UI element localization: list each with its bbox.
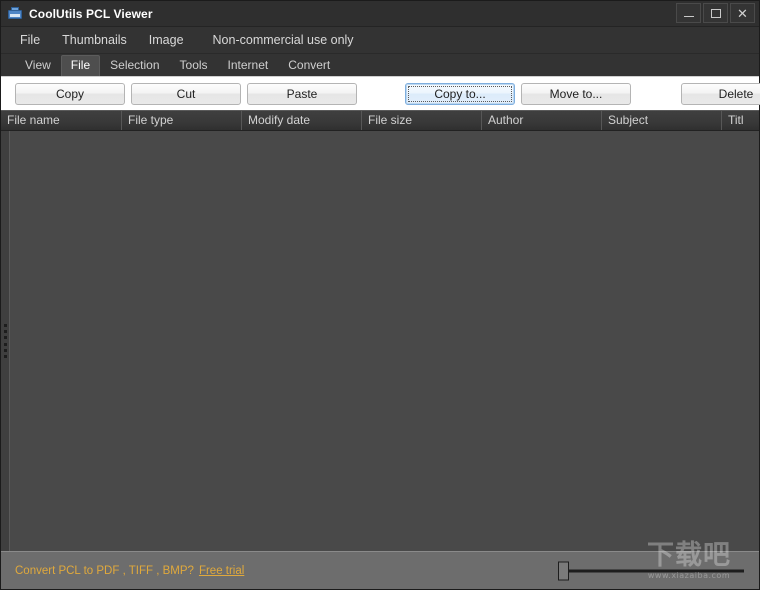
non-commercial-notice: Non-commercial use only: [212, 33, 354, 47]
copy-button[interactable]: Copy: [15, 82, 125, 105]
printer-icon: [7, 6, 23, 22]
close-button[interactable]: ✕: [730, 3, 755, 23]
splitter-grip-icon: [4, 324, 7, 358]
column-header-file-size[interactable]: File size: [362, 111, 482, 130]
cut-button[interactable]: Cut: [131, 82, 241, 105]
maximize-button[interactable]: [703, 3, 728, 23]
tab-view[interactable]: View: [15, 55, 61, 76]
copy-to-button[interactable]: Copy to...: [405, 82, 515, 105]
tab-file[interactable]: File: [60, 55, 101, 76]
tab-bar: View File Selection Tools Internet Conve…: [1, 54, 759, 76]
application-window: CoolUtils PCL Viewer ✕ File Thumbnails I…: [0, 0, 760, 590]
maximize-icon: [710, 8, 721, 18]
menu-bar: File Thumbnails Image Non-commercial use…: [1, 27, 759, 54]
delete-button[interactable]: Delete: [681, 82, 760, 105]
file-list-header: File name File type Modify date File siz…: [1, 110, 759, 131]
minimize-button[interactable]: [676, 3, 701, 23]
menu-thumbnails[interactable]: Thumbnails: [51, 29, 138, 51]
status-bar: Convert PCL to PDF , TIFF , BMP? Free tr…: [1, 541, 759, 589]
tab-convert[interactable]: Convert: [278, 55, 340, 76]
column-header-title[interactable]: Titl: [722, 111, 759, 130]
column-header-subject[interactable]: Subject: [602, 111, 722, 130]
window-title: CoolUtils PCL Viewer: [29, 6, 153, 21]
promo-text: Convert PCL to PDF , TIFF , BMP?: [15, 564, 194, 577]
file-toolbar: Copy Cut Paste Copy to... Move to... Del…: [1, 76, 760, 110]
close-icon: ✕: [737, 5, 748, 21]
free-trial-link[interactable]: Free trial: [199, 565, 244, 577]
column-header-author[interactable]: Author: [482, 111, 602, 130]
zoom-slider-track[interactable]: [562, 569, 744, 572]
column-header-file-name[interactable]: File name: [1, 111, 122, 130]
tab-internet[interactable]: Internet: [218, 55, 279, 76]
panel-splitter[interactable]: [1, 131, 10, 551]
menu-file[interactable]: File: [9, 29, 51, 51]
zoom-slider-thumb[interactable]: [558, 561, 569, 580]
paste-button[interactable]: Paste: [247, 82, 357, 105]
tab-tools[interactable]: Tools: [170, 55, 218, 76]
file-list-body[interactable]: [1, 131, 759, 551]
title-bar: CoolUtils PCL Viewer ✕: [1, 1, 759, 27]
window-controls: ✕: [676, 3, 755, 23]
zoom-slider[interactable]: [556, 561, 744, 581]
tab-selection[interactable]: Selection: [100, 55, 169, 76]
minimize-icon: [683, 15, 694, 17]
column-header-file-type[interactable]: File type: [122, 111, 242, 130]
column-header-modify-date[interactable]: Modify date: [242, 111, 362, 130]
move-to-button[interactable]: Move to...: [521, 82, 631, 105]
menu-image[interactable]: Image: [138, 29, 195, 51]
